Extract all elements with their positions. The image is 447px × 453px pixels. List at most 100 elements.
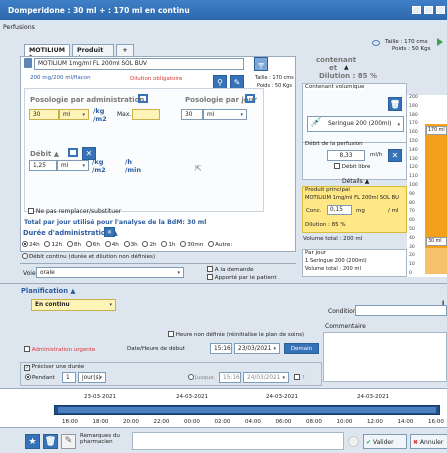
apporte-patient[interactable]: Apporté par le patient: [207, 274, 277, 281]
duree-8h[interactable]: 8h: [66, 241, 81, 248]
debit-value[interactable]: 1,25: [29, 160, 57, 171]
posologie-admin-unit[interactable]: ml ▾: [59, 109, 89, 120]
debut-date[interactable]: 23/03/2021 ▾: [234, 343, 280, 354]
gauge-top-label: 170 ml: [426, 126, 447, 136]
details-toggle[interactable]: Détails ▲: [342, 178, 369, 185]
volume-total: Volume total : 200 ml: [303, 236, 363, 242]
pen-icon[interactable]: ✎: [61, 434, 76, 449]
dilution-percent: Dilution : 85 %: [305, 222, 346, 228]
conc-value[interactable]: 0,15: [327, 205, 352, 215]
debit-continu[interactable]: Débit continu (durée et dilution non déf…: [22, 253, 155, 260]
pendant-unit[interactable]: jour(s) ▾: [78, 372, 106, 383]
edit-icon[interactable]: ✎: [230, 75, 244, 89]
syringe-icon: 💉: [310, 117, 323, 128]
duree-clear-icon[interactable]: ✕: [104, 227, 115, 237]
patient-weight: Poids : 50 Kgs: [392, 46, 431, 52]
duree-12h[interactable]: 12h: [44, 241, 62, 248]
remarques-input[interactable]: [132, 432, 344, 450]
gauge-tick-label: 190: [409, 103, 418, 109]
no-substitute[interactable]: Ne pas remplacer/substituer: [28, 208, 121, 215]
heure-non-definie[interactable]: Heure non définie (réinitialise le plan …: [168, 331, 304, 338]
trash-footer-icon[interactable]: 🗑: [43, 434, 58, 449]
tab-add[interactable]: +: [116, 44, 134, 56]
posologie-day-unit[interactable]: ml ▾: [203, 109, 247, 120]
a-la-demande[interactable]: A la demande: [207, 266, 254, 273]
planification-title: Planification ▲: [21, 287, 76, 295]
section-perfusions: Perfusions: [3, 24, 35, 31]
duree-4h[interactable]: 4h: [104, 241, 119, 248]
produit-principal-name: MOTILIUM 1mg/ml FL 200ml SOL BU: [305, 195, 399, 201]
posologie-admin-label: Posologie par administration: [30, 96, 145, 104]
minimize-button[interactable]: [412, 6, 421, 14]
contenant-title: contenant: [316, 56, 357, 64]
demain-button[interactable]: Demain: [284, 343, 319, 354]
pin-icon[interactable]: ╤: [254, 57, 268, 71]
posologie-day-value[interactable]: 30: [181, 109, 203, 120]
divider: [0, 283, 447, 284]
play-icon[interactable]: [437, 38, 443, 46]
duree-1h[interactable]: 1h: [161, 241, 175, 248]
condition-input[interactable]: [355, 305, 447, 316]
duree-30mn[interactable]: 30mn: [180, 241, 203, 248]
planification-mode[interactable]: En continu ▾: [31, 299, 116, 311]
annuler-button[interactable]: ✖ Annuler: [410, 434, 447, 449]
jusque-option[interactable]: Jusque: [188, 374, 214, 381]
debit-clear-icon[interactable]: ✕: [388, 149, 402, 162]
tab-motilium[interactable]: MOTILIUM *: [24, 44, 70, 61]
pendant-option[interactable]: Pendant: [25, 374, 55, 381]
check-icon: ✔: [366, 439, 372, 446]
preciser-duree[interactable]: ✓ Préciser une durée: [24, 364, 84, 371]
debit-label: Débit ▲: [30, 150, 60, 158]
debit-unit[interactable]: ml ▾: [57, 160, 89, 171]
gauge-tick-label: 40: [409, 235, 415, 241]
debit-libre[interactable]: Débit libre: [334, 163, 370, 170]
total-day: Total par jour utilisé pour l'analyse de…: [24, 219, 207, 226]
search-icon[interactable]: ⚲: [213, 75, 227, 89]
eye-icon[interactable]: [372, 40, 380, 46]
duree-24h[interactable]: 24h: [22, 241, 40, 248]
maximize-button[interactable]: [424, 6, 433, 14]
duree-6h[interactable]: 6h: [85, 241, 100, 248]
jusque-time[interactable]: 15:16: [219, 372, 241, 383]
jusque-date[interactable]: 24/03/2021 ▾: [243, 372, 289, 383]
valider-button[interactable]: ✔ Valider: [363, 434, 407, 449]
posologie-admin-value[interactable]: 30: [29, 109, 59, 120]
commentaire-input[interactable]: [323, 332, 447, 382]
timeline-hour: 08:00: [306, 419, 322, 425]
timeline-hour: 04:00: [245, 419, 261, 425]
duree-2h[interactable]: 2h: [142, 241, 157, 248]
close-button[interactable]: [436, 6, 445, 14]
contenant-volumique-title: Contenant volumique: [305, 84, 365, 90]
par-jour-title: Par jour: [305, 250, 327, 256]
debit-perfusion-value[interactable]: 8,33: [327, 150, 365, 161]
calculator-day-icon[interactable]: [245, 94, 255, 103]
gauge-fill-dilution: [425, 124, 447, 248]
duree-autre[interactable]: Autre:: [208, 241, 232, 248]
product-icon: [24, 58, 32, 68]
contenant-volumique-panel: [302, 83, 407, 143]
debut-time[interactable]: 15:16: [210, 343, 232, 354]
duree-options: 24h 12h 8h 6h 4h 3h 2h 1h 30mn Autre:: [22, 241, 296, 252]
max-input[interactable]: [132, 109, 160, 120]
star-icon[interactable]: ★: [25, 434, 40, 449]
timeline-hour: 16:00: [428, 419, 444, 425]
per-m2-label: /m2: [93, 115, 107, 123]
pendant-value[interactable]: 1: [62, 372, 76, 383]
collapse-arrow-icon[interactable]: ▲: [344, 64, 349, 71]
calculator-icon[interactable]: [138, 94, 148, 103]
voie-select[interactable]: orale ▾: [36, 267, 184, 278]
timeline-date: 24-03-2021: [266, 394, 298, 400]
jusque-checkbox[interactable]: ?: [294, 374, 305, 381]
syringe-gauge: 200 190 180 170 160 150 140 130 120 110 100 90 80 70 6…: [407, 95, 447, 277]
timeline-hour: 02:00: [214, 419, 231, 425]
product-name-field[interactable]: MOTILIUM 1mg/ml FL 200ml SOL BUV: [34, 58, 244, 70]
posologie-panel: [24, 88, 264, 212]
gauge-tick-label: 90: [409, 191, 415, 197]
duree-3h[interactable]: 3h: [123, 241, 138, 248]
cursor-icon: ⇱: [195, 164, 202, 173]
trash-icon[interactable]: 🗑: [388, 97, 402, 111]
grid-icon[interactable]: [68, 148, 78, 157]
tab-produit[interactable]: Produit +: [72, 44, 114, 61]
administration-urgente[interactable]: Administration urgente: [24, 346, 95, 353]
product-concentration: 200 mg/200 ml/flacon: [30, 75, 91, 81]
